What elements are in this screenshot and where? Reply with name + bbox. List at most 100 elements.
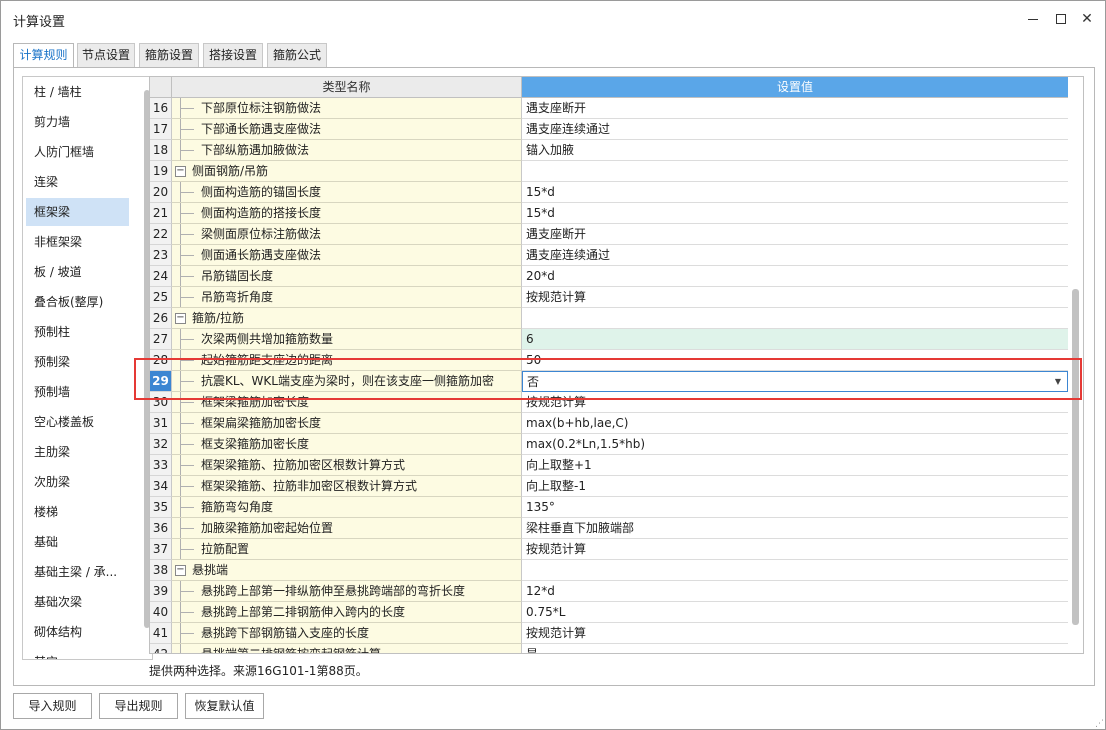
row-name-cell[interactable]: 拉筋配置 xyxy=(172,539,522,560)
table-row[interactable]: 19− 侧面钢筋/吊筋 xyxy=(150,161,1068,182)
row-value-cell[interactable]: 向上取整-1 xyxy=(522,476,1068,497)
table-row[interactable]: 37 拉筋配置 按规范计算 xyxy=(150,539,1068,560)
sidebar-item[interactable]: 基础次梁 xyxy=(26,588,129,616)
table-row[interactable]: 32 框支梁箍筋加密长度 max(0.2*Ln,1.5*hb) xyxy=(150,434,1068,455)
row-value-cell[interactable] xyxy=(522,161,1068,182)
table-row[interactable]: 36 加腋梁箍筋加密起始位置 梁柱垂直下加腋端部 xyxy=(150,518,1068,539)
row-name-cell[interactable]: 悬挑端第二排钢筋按弯起钢筋计算 xyxy=(172,644,522,653)
row-name-cell[interactable]: 吊筋锚固长度 xyxy=(172,266,522,287)
restore-default-button[interactable]: 恢复默认值 xyxy=(185,693,264,719)
sidebar-item[interactable]: 楼梯 xyxy=(26,498,129,526)
row-name-cell[interactable]: 悬挑跨上部第二排钢筋伸入跨内的长度 xyxy=(172,602,522,623)
row-name-cell[interactable]: 下部原位标注钢筋做法 xyxy=(172,98,522,119)
table-row[interactable]: 41 悬挑跨下部钢筋锚入支座的长度 按规范计算 xyxy=(150,623,1068,644)
tab-calc-rules[interactable]: 计算规则 xyxy=(13,43,74,68)
row-value-cell[interactable]: 20*d xyxy=(522,266,1068,287)
table-row[interactable]: 17 下部通长筋遇支座做法 遇支座连续通过 xyxy=(150,119,1068,140)
sidebar-item[interactable]: 基础主梁 / 承... xyxy=(26,558,129,586)
row-number[interactable]: 37 xyxy=(150,539,172,560)
table-row[interactable]: 42 悬挑端第二排钢筋按弯起钢筋计算 是 xyxy=(150,644,1068,653)
sidebar-item[interactable]: 预制梁 xyxy=(26,348,129,376)
table-row[interactable]: 29 抗震KL、WKL端支座为梁时，则在该支座一侧箍筋加密否 ▼ xyxy=(150,371,1068,392)
table-row[interactable]: 21 侧面构造筋的搭接长度 15*d xyxy=(150,203,1068,224)
row-number[interactable]: 29 xyxy=(150,371,172,392)
row-number[interactable]: 33 xyxy=(150,455,172,476)
row-number[interactable]: 25 xyxy=(150,287,172,308)
table-row[interactable]: 27 次梁两侧共增加箍筋数量 6 xyxy=(150,329,1068,350)
table-row[interactable]: 16 下部原位标注钢筋做法 遇支座断开 xyxy=(150,98,1068,119)
row-name-cell[interactable]: 次梁两侧共增加箍筋数量 xyxy=(172,329,522,350)
row-name-cell[interactable]: 起始箍筋距支座边的距离 xyxy=(172,350,522,371)
grid-scrollbar[interactable] xyxy=(1068,77,1083,653)
row-number[interactable]: 19 xyxy=(150,161,172,182)
row-number[interactable]: 39 xyxy=(150,581,172,602)
sidebar-item[interactable]: 预制墙 xyxy=(26,378,129,406)
table-row[interactable]: 26− 箍筋/拉筋 xyxy=(150,308,1068,329)
row-value-cell[interactable]: 按规范计算 xyxy=(522,392,1068,413)
dropdown-arrow-icon[interactable]: ▼ xyxy=(1055,372,1061,391)
collapse-icon[interactable]: − xyxy=(175,313,186,324)
table-row[interactable]: 24 吊筋锚固长度 20*d xyxy=(150,266,1068,287)
sidebar-item[interactable]: 其它 xyxy=(26,648,129,659)
table-row[interactable]: 28 起始箍筋距支座边的距离 50 xyxy=(150,350,1068,371)
row-value-cell[interactable]: 15*d xyxy=(522,182,1068,203)
row-name-cell[interactable]: − 悬挑端 xyxy=(172,560,522,581)
row-number[interactable]: 36 xyxy=(150,518,172,539)
table-row[interactable]: 18 下部纵筋遇加腋做法 锚入加腋 xyxy=(150,140,1068,161)
tab-node-settings[interactable]: 节点设置 xyxy=(77,43,135,67)
sidebar-item[interactable]: 非框架梁 xyxy=(26,228,129,256)
table-row[interactable]: 30 框架梁箍筋加密长度 按规范计算 xyxy=(150,392,1068,413)
row-name-cell[interactable]: 箍筋弯勾角度 xyxy=(172,497,522,518)
table-row[interactable]: 40 悬挑跨上部第二排钢筋伸入跨内的长度 0.75*L xyxy=(150,602,1068,623)
sidebar-item[interactable]: 空心楼盖板 xyxy=(26,408,129,436)
table-row[interactable]: 33 框架梁箍筋、拉筋加密区根数计算方式 向上取整+1 xyxy=(150,455,1068,476)
row-number[interactable]: 38 xyxy=(150,560,172,581)
row-value-cell[interactable]: 遇支座断开 xyxy=(522,224,1068,245)
table-row[interactable]: 20 侧面构造筋的锚固长度 15*d xyxy=(150,182,1068,203)
table-row[interactable]: 38− 悬挑端 xyxy=(150,560,1068,581)
row-value-cell[interactable] xyxy=(522,560,1068,581)
row-number[interactable]: 28 xyxy=(150,350,172,371)
sidebar-item[interactable]: 板 / 坡道 xyxy=(26,258,129,286)
row-number[interactable]: 42 xyxy=(150,644,172,653)
row-value-cell[interactable]: 6 xyxy=(522,329,1068,350)
grid-scroll-thumb[interactable] xyxy=(1072,289,1079,625)
table-row[interactable]: 23 侧面通长筋遇支座做法 遇支座连续通过 xyxy=(150,245,1068,266)
row-number[interactable]: 18 xyxy=(150,140,172,161)
row-name-cell[interactable]: 悬挑跨下部钢筋锚入支座的长度 xyxy=(172,623,522,644)
row-number[interactable]: 40 xyxy=(150,602,172,623)
row-name-cell[interactable]: 框架梁箍筋、拉筋加密区根数计算方式 xyxy=(172,455,522,476)
row-value-cell[interactable]: max(b+hb,lae,C) xyxy=(522,413,1068,434)
resize-grip-icon[interactable]: ⋰ xyxy=(1095,719,1105,729)
value-dropdown[interactable]: 否 ▼ xyxy=(522,371,1068,392)
row-name-cell[interactable]: 框架梁箍筋加密长度 xyxy=(172,392,522,413)
row-number[interactable]: 27 xyxy=(150,329,172,350)
row-name-cell[interactable]: 加腋梁箍筋加密起始位置 xyxy=(172,518,522,539)
row-name-cell[interactable]: 抗震KL、WKL端支座为梁时，则在该支座一侧箍筋加密 xyxy=(172,371,522,392)
collapse-icon[interactable]: − xyxy=(175,565,186,576)
tab-stirrup-formula[interactable]: 箍筋公式 xyxy=(267,43,327,67)
table-row[interactable]: 22 梁侧面原位标注筋做法 遇支座断开 xyxy=(150,224,1068,245)
row-value-cell[interactable]: 0.75*L xyxy=(522,602,1068,623)
row-name-cell[interactable]: 梁侧面原位标注筋做法 xyxy=(172,224,522,245)
row-number[interactable]: 23 xyxy=(150,245,172,266)
row-name-cell[interactable]: 下部通长筋遇支座做法 xyxy=(172,119,522,140)
row-value-cell[interactable]: 50 xyxy=(522,350,1068,371)
row-name-cell[interactable]: 下部纵筋遇加腋做法 xyxy=(172,140,522,161)
row-number[interactable]: 20 xyxy=(150,182,172,203)
row-name-cell[interactable]: 框支梁箍筋加密长度 xyxy=(172,434,522,455)
sidebar-item[interactable]: 叠合板(整厚) xyxy=(26,288,129,316)
row-number[interactable]: 16 xyxy=(150,98,172,119)
row-value-cell[interactable]: 135° xyxy=(522,497,1068,518)
table-row[interactable]: 25 吊筋弯折角度 按规范计算 xyxy=(150,287,1068,308)
row-value-cell[interactable]: max(0.2*Ln,1.5*hb) xyxy=(522,434,1068,455)
sidebar-item[interactable]: 基础 xyxy=(26,528,129,556)
row-name-cell[interactable]: 框架梁箍筋、拉筋非加密区根数计算方式 xyxy=(172,476,522,497)
row-value-cell[interactable]: 按规范计算 xyxy=(522,539,1068,560)
row-number[interactable]: 22 xyxy=(150,224,172,245)
table-row[interactable]: 35 箍筋弯勾角度 135° xyxy=(150,497,1068,518)
table-row[interactable]: 34 框架梁箍筋、拉筋非加密区根数计算方式 向上取整-1 xyxy=(150,476,1068,497)
row-number[interactable]: 34 xyxy=(150,476,172,497)
row-number[interactable]: 21 xyxy=(150,203,172,224)
row-number[interactable]: 24 xyxy=(150,266,172,287)
